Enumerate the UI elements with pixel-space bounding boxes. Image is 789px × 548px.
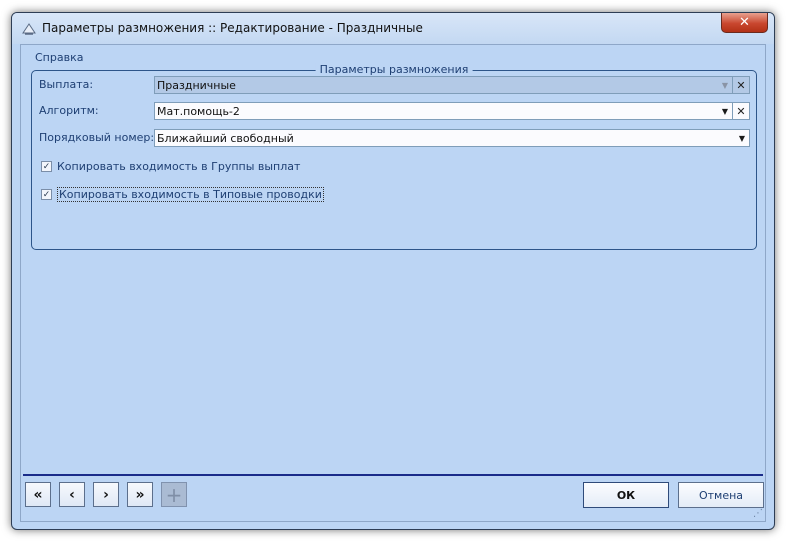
title-bar[interactable]: Параметры размножения :: Редактирование … [12,13,774,44]
first-record-button[interactable]: « [25,482,51,507]
copy-postings-checkbox-row[interactable]: ✓ Копировать входимость в Типовые провод… [41,187,324,202]
check-icon: ✓ [42,189,51,200]
order-number-label: Порядковый номер: [39,131,155,144]
close-button[interactable]: ✕ [721,13,768,33]
order-number-value: Ближайший свободный [157,132,294,145]
resize-grip-icon[interactable]: ⋰ [753,509,763,519]
copy-postings-checkbox[interactable]: ✓ [41,189,52,200]
app-icon [22,23,36,35]
close-icon: ✕ [739,15,750,30]
prev-record-button[interactable]: ‹ [59,482,85,507]
double-chevron-right-icon: » [135,486,145,503]
next-record-button[interactable]: › [93,482,119,507]
payment-dropdown-icon[interactable]: ▼ [718,77,732,93]
params-groupbox: Параметры размножения Выплата: Праздничн… [31,63,757,250]
payment-combobox[interactable]: Праздничные ▼ ✕ [154,76,750,94]
order-number-combobox[interactable]: Ближайший свободный ▼ [154,129,750,147]
last-record-button[interactable]: » [127,482,153,507]
ok-button[interactable]: ОК [583,482,669,508]
algorithm-combobox[interactable]: Мат.помощь-2 ▼ ✕ [154,102,750,120]
chevron-right-icon: › [103,486,109,503]
plus-icon: + [165,482,183,507]
chevron-left-icon: ‹ [69,486,75,503]
algorithm-value: Мат.помощь-2 [157,105,240,118]
payment-label: Выплата: [39,78,94,91]
dialog-content: Справка Параметры размножения Выплата: П… [20,44,766,522]
algorithm-dropdown-icon[interactable]: ▼ [718,103,732,119]
payment-clear-icon[interactable]: ✕ [732,77,749,93]
payment-value: Праздничные [157,79,236,92]
copy-groups-label[interactable]: Копировать входимость в Группы выплат [57,160,300,173]
footer-divider [23,474,763,476]
copy-groups-checkbox-row[interactable]: ✓ Копировать входимость в Группы выплат [41,160,300,173]
cancel-button[interactable]: Отмена [678,482,764,508]
algorithm-clear-icon[interactable]: ✕ [732,103,749,119]
add-record-button[interactable]: + [161,482,187,507]
check-icon: ✓ [42,161,51,172]
copy-groups-checkbox[interactable]: ✓ [41,161,52,172]
order-number-dropdown-icon[interactable]: ▼ [735,130,749,146]
double-chevron-left-icon: « [33,486,43,503]
menu-help[interactable]: Справка [35,51,83,64]
groupbox-title: Параметры размножения [315,63,473,76]
dialog-window: Параметры размножения :: Редактирование … [11,12,775,530]
copy-postings-label[interactable]: Копировать входимость в Типовые проводки [57,187,324,202]
window-title: Параметры размножения :: Редактирование … [42,21,423,35]
algorithm-label: Алгоритм: [39,104,99,117]
